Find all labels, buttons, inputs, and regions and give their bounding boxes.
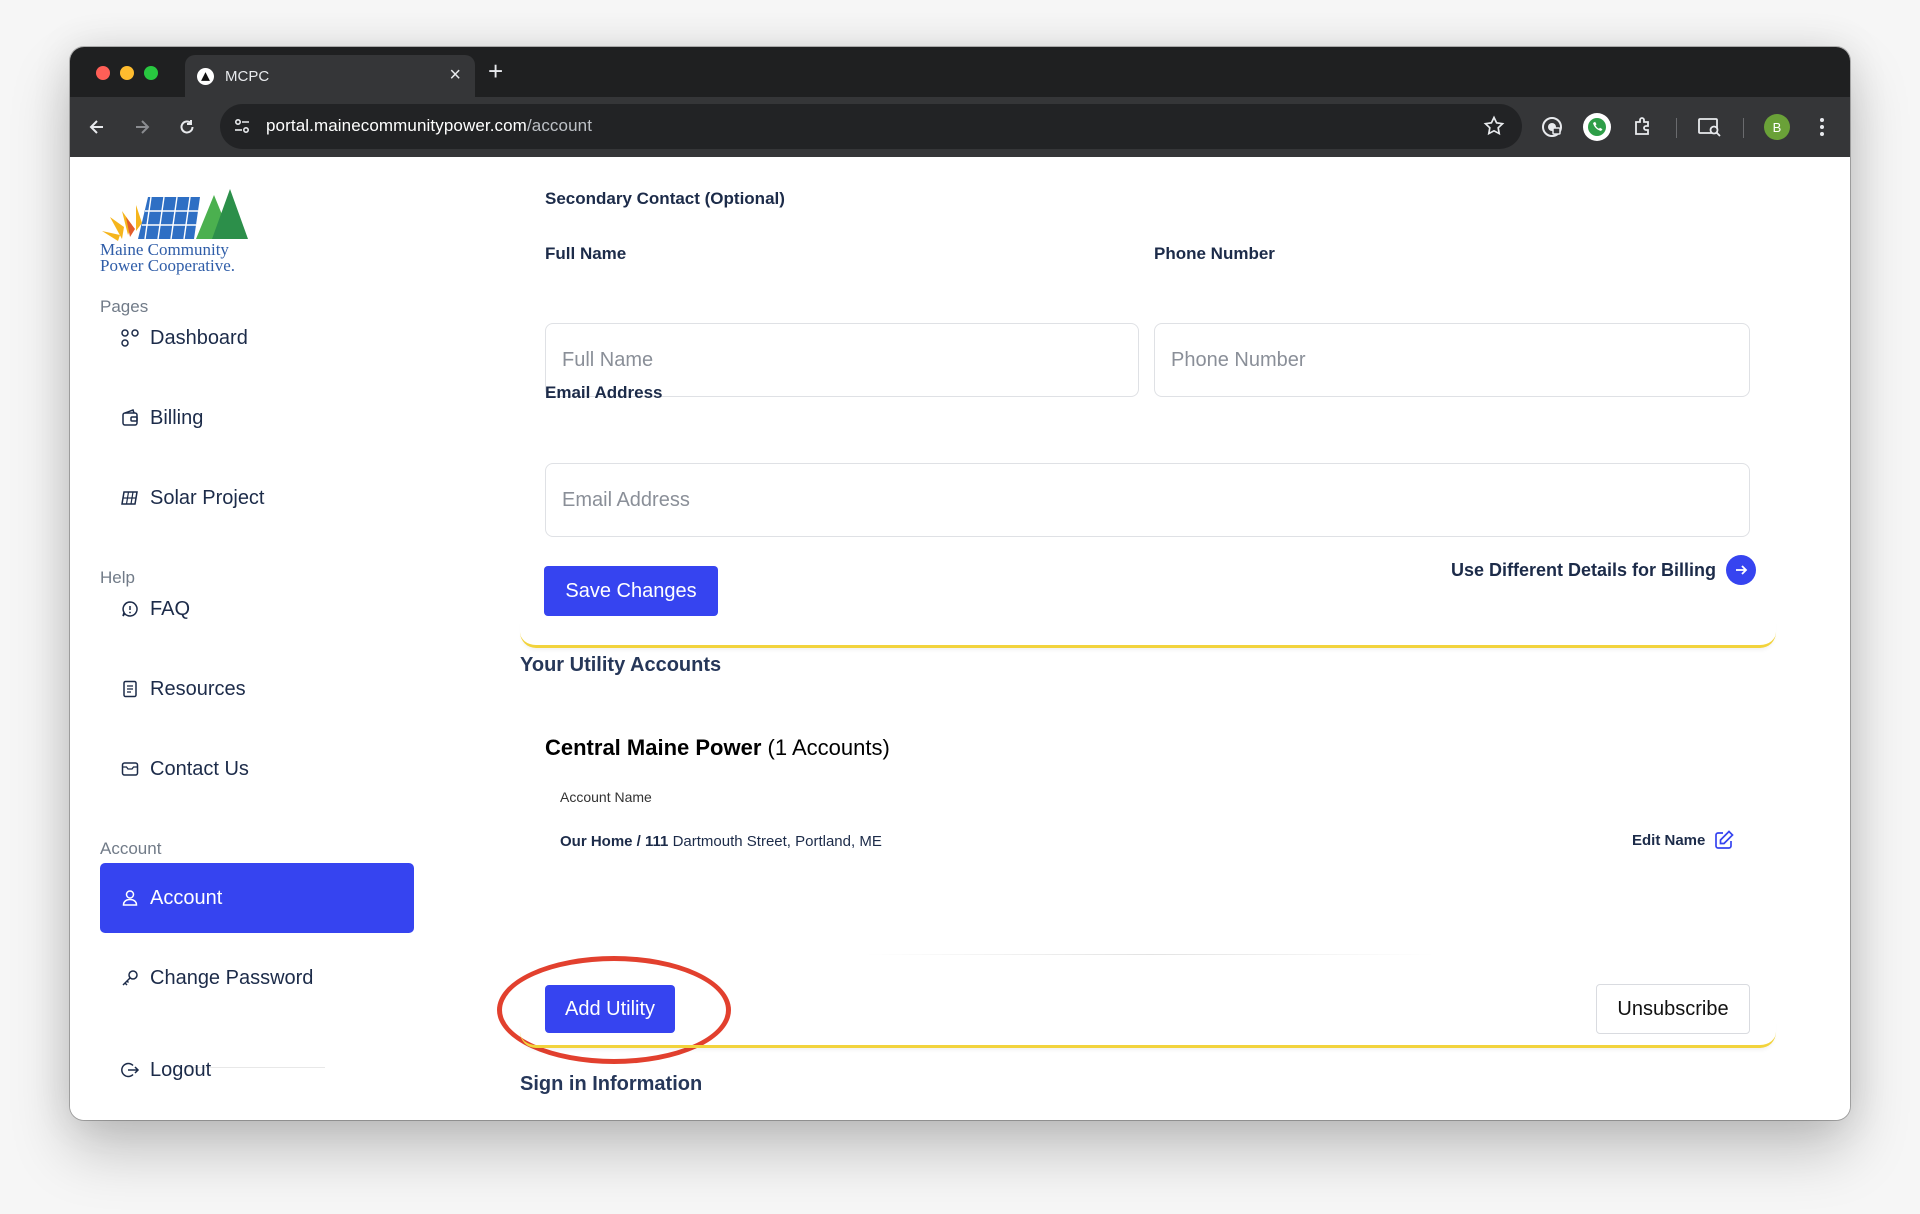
utility-provider-name: Central Maine Power (545, 735, 762, 760)
tab-title: MCPC (225, 68, 270, 85)
maximize-window-button[interactable] (144, 66, 158, 80)
browser-tab[interactable]: MCPC × (185, 55, 475, 97)
close-window-button[interactable] (96, 66, 110, 80)
tab-strip: MCPC × + (70, 47, 1850, 97)
email-address-label: Email Address (545, 383, 663, 402)
full-name-label: Full Name (545, 244, 627, 263)
address-bar[interactable]: portal.mainecommunitypower.com/account (220, 104, 1522, 149)
extensions-puzzle-icon[interactable] (1628, 112, 1658, 142)
url-text: portal.mainecommunitypower.com/account (266, 116, 592, 136)
main-content: Secondary Contact (Optional) Full Name P… (70, 157, 1850, 1120)
use-different-billing-link[interactable]: Use Different Details for Billing (1451, 555, 1757, 585)
account-street-number: 111 (645, 833, 669, 850)
contact-card-bottom-border (520, 618, 1776, 648)
reload-icon[interactable] (175, 115, 199, 139)
back-icon[interactable] (85, 115, 109, 139)
site-settings-icon[interactable] (232, 116, 252, 141)
utility-account-count: (1 Accounts) (767, 735, 890, 760)
edit-name-label: Edit Name (1632, 831, 1706, 849)
save-changes-button[interactable]: Save Changes (544, 566, 718, 616)
account-name: Our Home / (560, 833, 641, 850)
account-row: Our Home / 111 Dartmouth Street, Portlan… (560, 833, 882, 850)
utility-card-bottom-border (520, 1018, 1776, 1048)
arrow-right-icon (1726, 555, 1757, 585)
account-name-column-header: Account Name (560, 789, 652, 805)
phone-number-input[interactable] (1154, 323, 1750, 397)
url-path: /account (526, 116, 593, 135)
password-manager-icon[interactable] (1537, 112, 1567, 142)
sign-in-information-heading: Sign in Information (520, 1073, 703, 1095)
browser-toolbar: portal.mainecommunitypower.com/account B (70, 97, 1850, 157)
edit-icon (1713, 829, 1735, 851)
account-row-divider (865, 954, 1435, 955)
utility-accounts-heading: Your Utility Accounts (520, 654, 722, 676)
profile-avatar[interactable]: B (1764, 114, 1790, 140)
new-tab-button[interactable]: + (488, 57, 503, 85)
phone-number-label: Phone Number (1154, 244, 1275, 263)
minimize-window-button[interactable] (120, 66, 134, 80)
more-menu-icon[interactable] (1807, 112, 1837, 142)
url-host: portal.mainecommunitypower.com (266, 116, 527, 135)
account-address: Dartmouth Street, Portland, ME (672, 833, 882, 850)
toolbar-separator (1676, 118, 1677, 138)
reading-list-icon[interactable] (1695, 112, 1725, 142)
bookmark-star-icon[interactable] (1482, 114, 1506, 143)
utility-provider-title: Central Maine Power (1 Accounts) (545, 735, 890, 761)
tab-close-icon[interactable]: × (449, 64, 461, 86)
toolbar-separator (1743, 118, 1744, 138)
favicon-icon (197, 68, 214, 85)
billing-link-label: Use Different Details for Billing (1451, 559, 1717, 580)
secondary-contact-heading: Secondary Contact (Optional) (545, 189, 785, 208)
browser-window: MCPC × + portal.mainecommunitypower.com/… (70, 47, 1850, 1120)
phone-extension-icon[interactable] (1582, 112, 1612, 142)
forward-icon[interactable] (130, 115, 154, 139)
edit-name-button[interactable]: Edit Name (1632, 829, 1735, 851)
email-address-input[interactable] (545, 463, 1750, 537)
page-content: Maine Community Power Cooperative. Pages… (70, 157, 1850, 1120)
